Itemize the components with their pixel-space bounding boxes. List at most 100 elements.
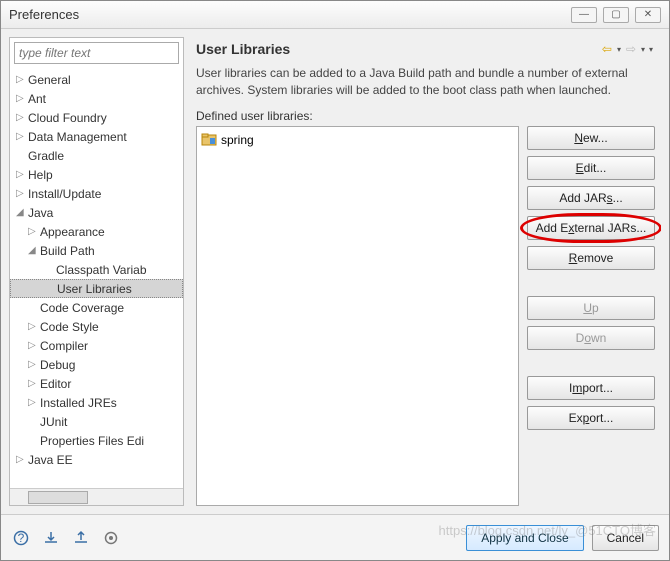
export-prefs-icon[interactable] — [71, 528, 91, 548]
window-title: Preferences — [9, 7, 571, 22]
tree-arrow-icon: ▷ — [16, 188, 28, 199]
tree-item[interactable]: ▷Java EE — [10, 450, 183, 469]
remove-button[interactable]: RemoveRemove — [527, 246, 655, 270]
horizontal-scrollbar[interactable] — [10, 488, 183, 505]
view-menu-icon[interactable]: ▾ — [649, 45, 653, 54]
tree-item[interactable]: ▷Ant — [10, 89, 183, 108]
tree-item[interactable]: ◢Java — [10, 203, 183, 222]
page-description: User libraries can be added to a Java Bu… — [190, 65, 661, 109]
footer-toolbar: ? — [11, 528, 458, 548]
edit-button[interactable]: Edit...Edit... — [527, 156, 655, 180]
page-header: User Libraries ⇦ ▾ ⇨ ▾ ▾ — [190, 37, 661, 65]
preferences-window: Preferences — ▢ ✕ ▷General▷Ant▷Cloud Fou… — [0, 0, 670, 561]
add-jars-button[interactable]: Add JARs...Add JARs... — [527, 186, 655, 210]
tree-item[interactable]: Classpath Variab — [10, 260, 183, 279]
tree-arrow-icon: ▷ — [16, 74, 28, 85]
tree-item[interactable]: ▷Cloud Foundry — [10, 108, 183, 127]
filter-container — [14, 42, 179, 64]
filter-input[interactable] — [14, 42, 179, 64]
tree-item-label: Debug — [40, 358, 75, 372]
tree-item[interactable]: ▷Code Style — [10, 317, 183, 336]
mid-row: spring NNew...ew... Edit...Edit... Add J… — [190, 126, 661, 506]
tree-item[interactable]: ▷Editor — [10, 374, 183, 393]
tree-item-label: JUnit — [40, 415, 67, 429]
tree-item[interactable]: ▷Debug — [10, 355, 183, 374]
footer: ? Apply and Close Cancel — [1, 514, 669, 560]
tree-arrow-icon: ▷ — [16, 169, 28, 180]
oomph-icon[interactable] — [101, 528, 121, 548]
tree-item-label: Appearance — [40, 225, 105, 239]
content-area: ▷General▷Ant▷Cloud Foundry▷Data Manageme… — [1, 29, 669, 514]
back-icon[interactable]: ⇦ — [599, 41, 615, 57]
tree-item-label: Code Coverage — [40, 301, 124, 315]
tree-item[interactable]: ▷Help — [10, 165, 183, 184]
up-button: UpUp — [527, 296, 655, 320]
tree-item-label: Gradle — [28, 149, 64, 163]
page-title: User Libraries — [196, 41, 599, 57]
titlebar: Preferences — ▢ ✕ — [1, 1, 669, 29]
tree-item[interactable]: ◢Build Path — [10, 241, 183, 260]
new-button[interactable]: NNew...ew... — [527, 126, 655, 150]
tree-item-label: Install/Update — [28, 187, 101, 201]
tree-arrow-icon: ◢ — [16, 207, 28, 218]
tree-arrow-icon: ◢ — [28, 245, 40, 256]
tree-arrow-icon: ▷ — [16, 112, 28, 123]
library-name: spring — [221, 133, 254, 147]
forward-menu-icon[interactable]: ▾ — [641, 45, 645, 54]
button-column: NNew...ew... Edit...Edit... Add JARs...A… — [527, 126, 655, 506]
tree-item[interactable]: ▷Install/Update — [10, 184, 183, 203]
tree-item[interactable]: ▷Installed JREs — [10, 393, 183, 412]
tree-item-label: Java EE — [28, 453, 73, 467]
maximize-button[interactable]: ▢ — [603, 7, 629, 23]
library-icon — [201, 133, 217, 147]
tree-arrow-icon: ▷ — [16, 93, 28, 104]
add-external-jars-button[interactable]: Add External JARs...Add External JARs... — [527, 216, 655, 240]
tree-arrow-icon: ▷ — [28, 397, 40, 408]
tree-item-label: Ant — [28, 92, 46, 106]
tree-item-label: Editor — [40, 377, 71, 391]
tree-item-label: Compiler — [40, 339, 88, 353]
tree-arrow-icon: ▷ — [16, 131, 28, 142]
tree-item-label: Classpath Variab — [56, 263, 147, 277]
window-buttons: — ▢ ✕ — [571, 7, 661, 23]
defined-libraries-label: Defined user libraries: — [190, 109, 661, 126]
tree-item[interactable]: JUnit — [10, 412, 183, 431]
back-menu-icon[interactable]: ▾ — [617, 45, 621, 54]
import-button[interactable]: Import...Import... — [527, 376, 655, 400]
apply-and-close-button[interactable]: Apply and Close — [466, 525, 583, 551]
tree-arrow-icon: ▷ — [28, 359, 40, 370]
svg-text:?: ? — [18, 531, 25, 545]
tree-item[interactable]: ▷Data Management — [10, 127, 183, 146]
minimize-button[interactable]: — — [571, 7, 597, 23]
tree-item[interactable]: Gradle — [10, 146, 183, 165]
tree-arrow-icon: ▷ — [28, 340, 40, 351]
tree-item[interactable]: Properties Files Edi — [10, 431, 183, 450]
tree-item[interactable]: User Libraries — [10, 279, 183, 298]
library-item[interactable]: spring — [201, 131, 514, 149]
tree-item-label: Code Style — [40, 320, 99, 334]
preferences-tree[interactable]: ▷General▷Ant▷Cloud Foundry▷Data Manageme… — [10, 68, 183, 488]
tree-item-label: Cloud Foundry — [28, 111, 107, 125]
tree-item[interactable]: Code Coverage — [10, 298, 183, 317]
tree-item[interactable]: ▷General — [10, 70, 183, 89]
cancel-button[interactable]: Cancel — [592, 525, 659, 551]
tree-item-label: User Libraries — [57, 282, 132, 296]
tree-item[interactable]: ▷Appearance — [10, 222, 183, 241]
user-libraries-list[interactable]: spring — [196, 126, 519, 506]
tree-arrow-icon: ▷ — [28, 378, 40, 389]
down-button: DownDown — [527, 326, 655, 350]
import-prefs-icon[interactable] — [41, 528, 61, 548]
tree-arrow-icon: ▷ — [28, 226, 40, 237]
tree-arrow-icon: ▷ — [28, 321, 40, 332]
forward-icon[interactable]: ⇨ — [623, 41, 639, 57]
main-panel: User Libraries ⇦ ▾ ⇨ ▾ ▾ User libraries … — [190, 37, 661, 506]
help-icon[interactable]: ? — [11, 528, 31, 548]
export-button[interactable]: Export...Export... — [527, 406, 655, 430]
tree-item-label: Installed JREs — [40, 396, 117, 410]
tree-item-label: General — [28, 73, 71, 87]
tree-item-label: Build Path — [40, 244, 95, 258]
tree-item-label: Properties Files Edi — [40, 434, 144, 448]
sidebar: ▷General▷Ant▷Cloud Foundry▷Data Manageme… — [9, 37, 184, 506]
tree-item[interactable]: ▷Compiler — [10, 336, 183, 355]
close-button[interactable]: ✕ — [635, 7, 661, 23]
